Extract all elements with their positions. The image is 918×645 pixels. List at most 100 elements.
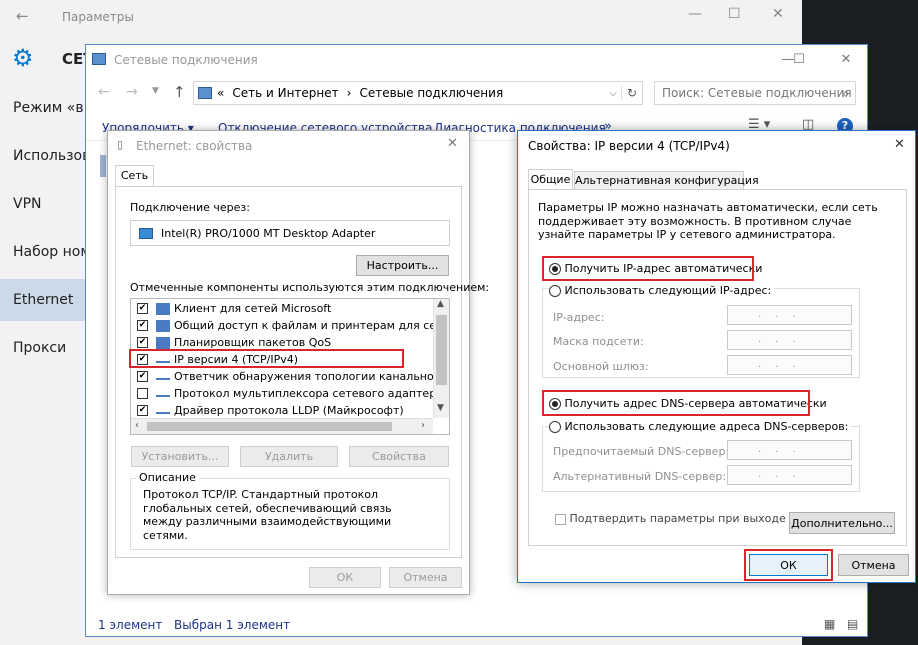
preferred-dns-label: Предпочитаемый DNS-сервер: — [553, 445, 730, 458]
ip-auto-highlight — [542, 256, 754, 281]
list-item[interactable]: ✔ Ответчик обнаружения топологии канально… — [137, 368, 449, 385]
address-bar[interactable]: « Сеть и Интернет › Сетевые подключения … — [193, 81, 643, 105]
ethernet-item-icon[interactable] — [100, 155, 106, 177]
horizontal-scrollbar[interactable]: ‹ › — [131, 418, 433, 434]
preferred-dns-field[interactable]: ... — [727, 440, 852, 460]
radio-button[interactable] — [549, 421, 561, 433]
checkbox[interactable]: ✔ — [137, 320, 148, 331]
sidebar-item-ethernet[interactable]: Ethernet — [0, 279, 85, 321]
close-icon[interactable]: ✕ — [447, 136, 458, 151]
refresh-icon[interactable]: ↻ — [620, 86, 642, 100]
netconn-titlebar: Сетевые подключения — ☐ ✕ — [86, 45, 867, 75]
eth-cancel-button[interactable]: Отмена — [389, 567, 462, 588]
chevron-down-icon[interactable]: ▼ — [437, 403, 444, 413]
ip-address-field[interactable]: ... — [727, 305, 852, 325]
sidebar-item-dialup[interactable]: Набор ном — [0, 234, 85, 270]
settings-title: Параметры — [62, 10, 134, 24]
dns-manual-radio[interactable]: Использовать следующие адреса DNS-сервер… — [549, 420, 852, 433]
checkbox[interactable]: ✔ — [137, 371, 148, 382]
eth-ok-button[interactable]: ОК — [309, 567, 381, 588]
adapter-icon: ▯ — [117, 138, 124, 151]
subnet-mask-field[interactable]: ... — [727, 330, 852, 350]
install-button[interactable]: Установить... — [131, 446, 229, 467]
checkbox[interactable]: ✔ — [137, 405, 148, 416]
close-icon[interactable]: ✕ — [826, 45, 866, 73]
vertical-scrollbar[interactable]: ▲ ▼ — [433, 299, 449, 418]
breadcrumb-sep: › — [346, 86, 352, 100]
tab-network[interactable]: Сеть — [115, 165, 154, 187]
search-input[interactable]: Поиск: Сетевые подключения ⌕ — [654, 81, 856, 105]
eth-title: Ethernet: свойства — [136, 139, 253, 153]
chevron-up-icon[interactable]: ▲ — [437, 299, 444, 309]
ipv4-title: Свойства: IP версии 4 (TCP/IPv4) — [528, 139, 730, 153]
checkbox[interactable]: ✔ — [137, 337, 148, 348]
chevron-down-icon[interactable]: ⌵ — [605, 88, 621, 99]
up-icon[interactable]: ↑ — [173, 83, 186, 101]
scroll-thumb[interactable] — [436, 315, 447, 385]
list-item[interactable]: Протокол мультиплексора сетевого адаптер… — [137, 385, 449, 402]
adapter-name: Intel(R) PRO/1000 MT Desktop Adapter — [161, 226, 376, 240]
address-row: ← → ▼ ↑ « Сеть и Интернет › Сетевые подк… — [86, 75, 867, 113]
alternate-dns-label: Альтернативный DNS-сервер: — [553, 470, 727, 483]
network-icon — [198, 87, 212, 99]
remove-button[interactable]: Удалить — [240, 446, 338, 467]
sidebar-item-usage[interactable]: Использов — [0, 138, 85, 174]
eth-titlebar: ▯ Ethernet: свойства ✕ — [108, 131, 469, 159]
eth-tab-panel: Подключение через: Intel(R) PRO/1000 MT … — [115, 186, 489, 558]
chevron-down-icon[interactable]: ▼ — [152, 86, 159, 96]
breadcrumb-current[interactable]: Сетевые подключения — [359, 86, 503, 100]
ipv4-titlebar: Свойства: IP версии 4 (TCP/IPv4) ✕ — [518, 131, 915, 161]
protocol-icon — [156, 390, 170, 397]
properties-button[interactable]: Свойства — [349, 446, 449, 467]
forward-icon[interactable]: → — [126, 84, 138, 100]
chevron-right-icon[interactable]: › — [421, 420, 425, 431]
settings-titlebar: ← Параметры — ☐ ✕ — [0, 0, 802, 34]
tiles-view-icon[interactable]: ▤ — [847, 617, 858, 631]
ethernet-properties-dialog: ▯ Ethernet: свойства ✕ Сеть Подключение … — [107, 130, 489, 595]
maximize-icon[interactable]: ☐ — [728, 6, 741, 22]
close-icon[interactable]: ✕ — [894, 137, 905, 152]
advanced-button[interactable]: Дополнительно... — [789, 512, 895, 534]
validate-checkbox[interactable]: Подтвердить параметры при выходе — [555, 512, 786, 525]
description-text: Протокол TCP/IP. Стандартный протокол гл… — [143, 488, 392, 542]
radio-button[interactable] — [549, 285, 561, 297]
breadcrumb-parent[interactable]: Сеть и Интернет — [232, 86, 338, 100]
settings-sidebar: ⚙ СЕТ Режим «в Использов VPN Набор ном E… — [0, 34, 94, 645]
hscroll-thumb[interactable] — [147, 422, 392, 431]
connect-via-label: Подключение через: — [130, 201, 250, 214]
sidebar-item-proxy[interactable]: Прокси — [0, 330, 85, 366]
search-icon: ⌕ — [842, 86, 849, 100]
ip-address-label: IP-адрес: — [553, 311, 605, 324]
ipv4-cancel-button[interactable]: Отмена — [838, 554, 909, 576]
sidebar-item-mode[interactable]: Режим «в — [0, 90, 85, 126]
sidebar-item-vpn[interactable]: VPN — [0, 186, 85, 222]
selected-count: Выбран 1 элемент — [174, 618, 291, 632]
back-icon[interactable]: ← — [98, 84, 110, 100]
list-item[interactable]: ✔ Драйвер протокола LLDP (Майкрософт) — [137, 402, 404, 419]
tab-alternate[interactable]: Альтернативная конфигурация — [574, 171, 759, 190]
description-title: Описание — [136, 471, 199, 484]
ipv4-properties-dialog: Свойства: IP версии 4 (TCP/IPv4) ✕ Общие… — [517, 130, 916, 583]
list-item[interactable]: ✔ Общий доступ к файлам и принтерам для с… — [137, 317, 449, 334]
checkbox[interactable] — [137, 388, 148, 399]
search-placeholder: Поиск: Сетевые подключения — [662, 86, 852, 100]
breadcrumb-prefix: « — [217, 86, 225, 100]
close-icon[interactable]: ✕ — [772, 6, 784, 22]
minimize-icon[interactable]: — — [688, 6, 702, 22]
ipv4-tab-panel: Параметры IP можно назначать автоматичес… — [528, 189, 907, 546]
back-arrow-icon[interactable]: ← — [16, 7, 29, 25]
nic-icon — [139, 227, 153, 239]
maximize-icon[interactable]: ☐ — [779, 45, 819, 73]
tab-general[interactable]: Общие — [528, 169, 573, 190]
configure-button[interactable]: Настроить... — [356, 255, 449, 276]
details-view-icon[interactable]: ▦ — [824, 617, 835, 631]
list-item[interactable]: ✔ Клиент для сетей Microsoft — [137, 300, 331, 317]
checkbox[interactable] — [555, 513, 566, 525]
chevron-left-icon[interactable]: ‹ — [135, 420, 139, 431]
alternate-dns-field[interactable]: ... — [727, 465, 852, 485]
components-label: Отмеченные компоненты используются этим … — [130, 281, 490, 294]
qos-icon — [156, 336, 170, 349]
checkbox[interactable]: ✔ — [137, 303, 148, 314]
ip-manual-radio[interactable]: Использовать следующий IP-адрес: — [549, 284, 775, 297]
gateway-field[interactable]: ... — [727, 355, 852, 375]
